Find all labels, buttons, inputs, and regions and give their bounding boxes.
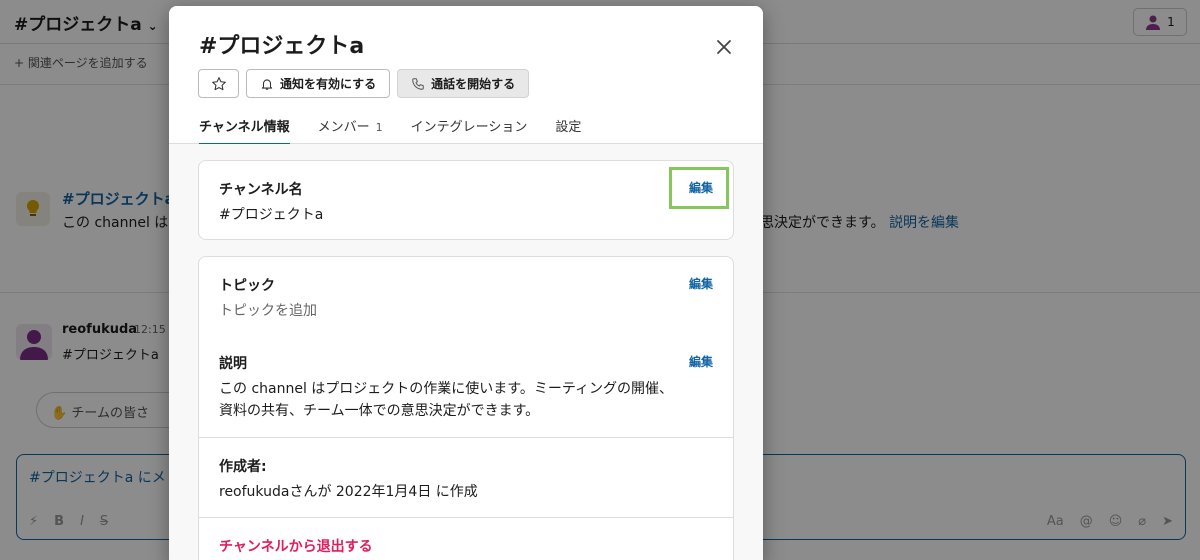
channel-name-card: チャンネル名 #プロジェクトa 編集 [198, 160, 734, 240]
channel-details-modal: #プロジェクトa 通知を有効にする 通話を開始する チャンネル情報 メンバー 1… [169, 6, 763, 560]
close-button[interactable] [709, 32, 739, 62]
enable-notifications-button[interactable]: 通知を有効にする [246, 69, 391, 98]
description-section: 説明 この channel はプロジェクトの作業に使います。ミーティングの開催、… [199, 335, 733, 437]
leave-section: チャンネルから退出する [199, 518, 733, 560]
channel-name-section: チャンネル名 #プロジェクトa 編集 [199, 161, 733, 245]
topic-label: トピック [219, 278, 275, 294]
tab-channel-info[interactable]: チャンネル情報 [199, 116, 290, 145]
tab-label: チャンネル情報 [199, 120, 290, 135]
action-buttons: 通知を有効にする 通話を開始する [198, 69, 530, 98]
tab-label: 設定 [555, 120, 582, 135]
modal-title: #プロジェクトa [199, 34, 365, 59]
tab-label: インテグレーション [410, 120, 528, 135]
tab-settings[interactable]: 設定 [555, 116, 581, 145]
start-call-button[interactable]: 通話を開始する [397, 69, 530, 98]
creator-label: 作成者: [219, 459, 267, 475]
star-button[interactable] [198, 69, 239, 98]
leave-channel-button[interactable]: チャンネルから退出する [219, 536, 713, 556]
tab-member-count: 1 [375, 121, 383, 134]
tab-integrations[interactable]: インテグレーション [411, 116, 528, 145]
description-line-2: 資料の共有、チーム一体での意思決定ができます。 [219, 402, 540, 419]
tab-label: メンバー [317, 120, 370, 135]
close-icon [717, 40, 731, 54]
description-label: 説明 [219, 356, 247, 372]
bell-icon [261, 78, 273, 90]
enable-notifications-label: 通知を有効にする [280, 77, 377, 91]
topic-value[interactable]: トピックを追加 [219, 301, 713, 323]
creator-value: reofukudaさんが 2022年1月4日 に作成 [219, 484, 478, 500]
modal-tabs: チャンネル情報 メンバー 1 インテグレーション 設定 [199, 116, 609, 145]
start-call-label: 通話を開始する [431, 77, 516, 91]
creator-section: 作成者: reofukudaさんが 2022年1月4日 に作成 [199, 438, 733, 517]
modal-header: #プロジェクトa 通知を有効にする 通話を開始する チャンネル情報 メンバー 1… [169, 6, 763, 145]
channel-name-label: チャンネル名 [219, 182, 303, 198]
tab-members[interactable]: メンバー 1 [318, 116, 383, 145]
description-line-1: この channel はプロジェクトの作業に使います。ミーティングの開催、 [219, 381, 674, 397]
channel-name-value: #プロジェクトa [219, 207, 324, 223]
edit-topic-button[interactable]: 編集 [689, 275, 713, 292]
star-icon [211, 76, 226, 90]
highlight-box [669, 167, 729, 209]
channel-details-card: トピック トピックを追加 編集 説明 この channel はプロジェクトの作業… [198, 256, 734, 560]
edit-description-button[interactable]: 編集 [689, 353, 713, 370]
topic-section: トピック トピックを追加 編集 [199, 257, 733, 335]
phone-icon [412, 77, 424, 90]
